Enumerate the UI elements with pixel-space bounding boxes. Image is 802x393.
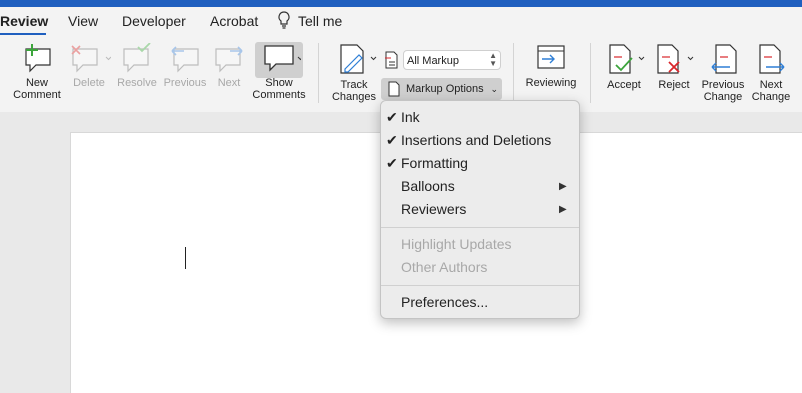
menu-item-other-authors[interactable]: Other Authors	[401, 259, 487, 275]
accept-icon	[609, 44, 645, 74]
menu-item-label: Preferences...	[401, 294, 489, 310]
ribbon-separator	[318, 43, 319, 103]
markup-options-menu: ✔ Ink ✔ Insertions and Deletions ✔ Forma…	[380, 100, 580, 319]
previous-change-icon	[711, 44, 737, 74]
previous-change-button[interactable]: Previous Change	[698, 43, 748, 103]
menu-item-ink[interactable]: ✔ Ink	[386, 109, 420, 125]
menu-separator	[381, 227, 579, 228]
menu-item-label: Balloons	[401, 178, 455, 194]
show-comments-label: Show Comments	[252, 77, 306, 101]
delete-comment-button[interactable]: Delete	[64, 43, 114, 89]
previous-comment-label: Previous	[163, 77, 207, 89]
tab-developer[interactable]: Developer	[122, 13, 186, 29]
text-caret	[185, 247, 186, 269]
show-comments-icon	[264, 45, 301, 72]
previous-comment-button[interactable]: Previous	[160, 43, 210, 89]
show-comments-button[interactable]: Show Comments	[250, 43, 308, 101]
delete-comment-label: Delete	[73, 77, 105, 89]
menu-item-label: Insertions and Deletions	[401, 132, 552, 148]
menu-item-preferences[interactable]: Preferences...	[401, 294, 488, 310]
menu-item-highlight-updates[interactable]: Highlight Updates	[401, 236, 512, 252]
next-change-icon	[759, 44, 785, 74]
select-arrows-icon: ▲ ▼	[489, 51, 497, 68]
menu-item-label: Highlight Updates	[401, 236, 512, 252]
display-for-review-select[interactable]: All Markup ▲ ▼	[403, 50, 501, 70]
track-changes-button[interactable]: Track Changes	[328, 43, 380, 103]
submenu-arrow-icon: ▶	[559, 204, 567, 215]
delete-comment-icon	[71, 45, 111, 73]
accept-label: Accept	[607, 79, 641, 91]
markup-icon	[384, 50, 400, 75]
resolve-comment-button[interactable]: Resolve	[114, 43, 160, 89]
markup-options-label: Markup Options	[406, 83, 484, 95]
ribbon-separator	[513, 43, 514, 103]
menu-item-reviewers[interactable]: Reviewers	[401, 201, 466, 217]
next-change-button[interactable]: Next Change	[748, 43, 794, 103]
markup-options-button[interactable]: Markup Options ⌄	[381, 78, 502, 100]
checkmark-icon: ✔	[386, 132, 398, 148]
tab-acrobat[interactable]: Acrobat	[210, 13, 258, 29]
resolve-comment-icon	[123, 43, 151, 73]
reject-icon	[657, 44, 694, 74]
tab-view[interactable]: View	[68, 13, 98, 29]
chevron-down-icon: ⌄	[490, 84, 498, 94]
checkmark-icon: ✔	[386, 155, 398, 171]
previous-comment-icon	[171, 46, 199, 73]
title-bar-strip	[0, 0, 802, 7]
previous-change-label: Previous Change	[701, 79, 745, 103]
reviewing-pane-label: Reviewing	[525, 77, 577, 89]
next-comment-label: Next	[217, 77, 241, 89]
next-change-label: Next Change	[751, 79, 791, 103]
display-for-review-value: All Markup	[407, 55, 459, 67]
submenu-arrow-icon: ▶	[559, 181, 567, 192]
ribbon-tabs: Review View Developer Acrobat Tell me	[0, 7, 802, 36]
track-changes-label: Track Changes	[331, 79, 377, 103]
menu-item-insertions-deletions[interactable]: ✔ Insertions and Deletions	[386, 132, 552, 148]
next-comment-button[interactable]: Next	[210, 43, 248, 89]
next-comment-icon	[215, 46, 243, 73]
new-comment-button[interactable]: New Comment	[8, 43, 66, 101]
tab-review[interactable]: Review	[0, 13, 48, 29]
reject-button[interactable]: Reject	[650, 43, 698, 91]
reject-label: Reject	[658, 79, 690, 91]
checkmark-icon: ✔	[386, 109, 398, 125]
tab-tell-me[interactable]: Tell me	[298, 13, 342, 29]
ribbon-separator	[590, 43, 591, 103]
accept-button[interactable]: Accept	[600, 43, 648, 91]
menu-item-label: Formatting	[401, 155, 468, 171]
menu-separator	[381, 285, 579, 286]
menu-item-label: Other Authors	[401, 259, 488, 275]
resolve-comment-label: Resolve	[117, 77, 157, 89]
menu-item-label: Reviewers	[401, 201, 467, 217]
reviewing-pane-icon	[537, 45, 565, 69]
new-comment-label: New Comment	[13, 77, 61, 101]
new-comment-icon	[25, 44, 51, 73]
reviewing-pane-button[interactable]: Reviewing	[520, 43, 582, 89]
lightbulb-icon	[277, 11, 291, 32]
menu-item-label: Ink	[401, 109, 420, 125]
menu-item-balloons[interactable]: Balloons	[401, 178, 455, 194]
track-changes-icon	[340, 44, 377, 74]
menu-item-formatting[interactable]: ✔ Formatting	[386, 155, 468, 171]
